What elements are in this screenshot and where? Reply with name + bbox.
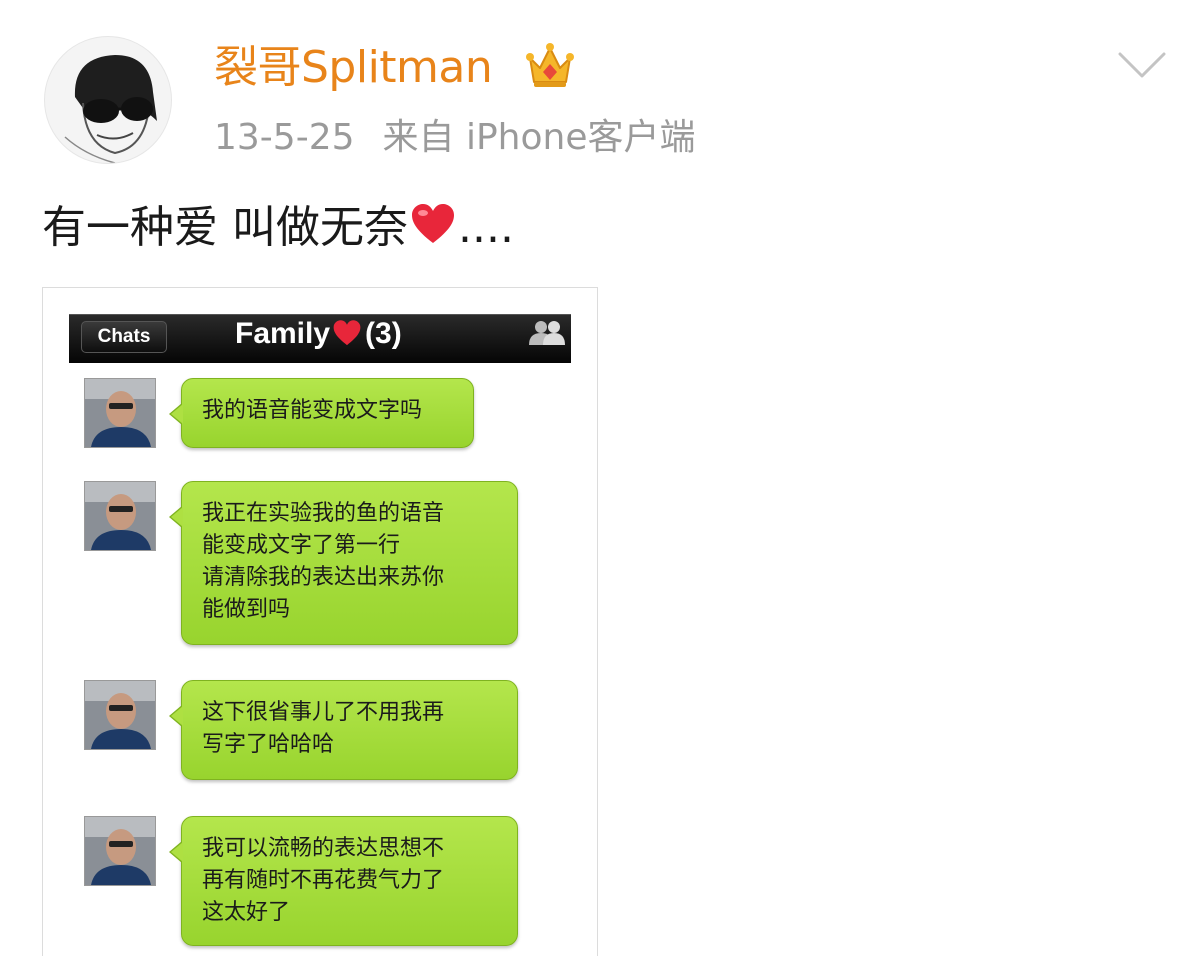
post-image[interactable]: Chats Family (3) 我的语音能变成文字吗 我正在实验我的鱼的语音 … [42,287,598,956]
post-source: 来自 iPhone客户端 [382,117,696,158]
chat-bubble: 我正在实验我的鱼的语音 能变成文字了第一行 请清除我的表达出来苏你 能做到吗 [169,481,518,645]
post-text-ellipsis: .... [458,202,514,253]
chats-back-button: Chats [81,321,167,353]
author-avatar[interactable] [44,36,172,164]
crown-icon [526,43,574,87]
message-line: 写字了哈哈哈 [202,732,335,757]
post-text: 有一种爱 叫做无奈 [42,202,408,253]
people-icon [529,321,565,345]
message-line: 这下很省事儿了不用我再 [202,700,445,725]
sender-avatar [84,481,156,551]
message-line: 再有随时不再花费气力了 [202,868,445,893]
chat-title-text: Family [235,317,331,350]
message-line: 我的语音能变成文字吗 [202,398,423,423]
sender-avatar [84,680,156,750]
chat-navbar: Chats Family (3) [69,314,571,363]
chat-member-count: (3) [365,317,402,350]
sender-avatar [84,816,156,886]
message-line: 能做到吗 [202,597,291,622]
post-meta: 13-5-25 来自 iPhone客户端 [214,112,695,164]
message-line: 我正在实验我的鱼的语音 [202,501,445,526]
message-line: 我可以流畅的表达思想不 [202,836,445,861]
chat-bubble: 这下很省事儿了不用我再 写字了哈哈哈 [169,680,518,780]
chat-title: Family (3) [235,315,402,353]
heart-icon [333,320,361,346]
author-name[interactable]: 裂哥Splitman [214,38,493,98]
chat-bubble: 我的语音能变成文字吗 [169,378,474,448]
chevron-down-icon[interactable] [1116,48,1168,82]
message-line: 这太好了 [202,900,291,925]
message-line: 能变成文字了第一行 [202,533,401,558]
post-body: 有一种爱 叫做无奈.... [42,198,514,258]
heart-icon [412,204,454,243]
message-line: 请清除我的表达出来苏你 [202,565,445,590]
sender-avatar [84,378,156,448]
post-date: 13-5-25 [214,117,355,158]
chat-bubble: 我可以流畅的表达思想不 再有随时不再花费气力了 这太好了 [169,816,518,946]
